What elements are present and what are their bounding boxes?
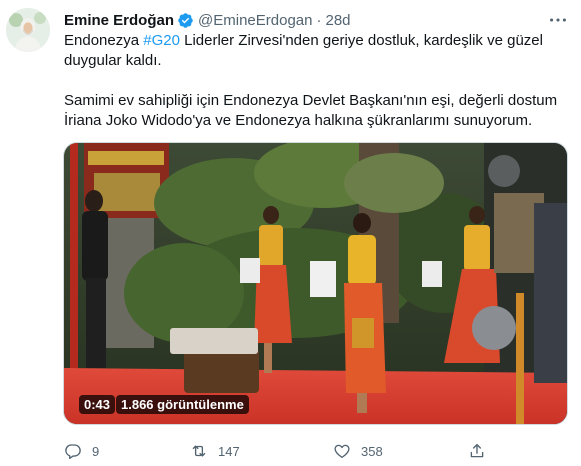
tweet-paragraph-1: Endonezya #G20 Liderler Zirvesi'nden ger… xyxy=(64,31,569,71)
like-icon xyxy=(334,444,350,459)
author-handle[interactable]: @EmineErdogan xyxy=(198,12,312,29)
share-icon xyxy=(470,443,484,458)
reply-button[interactable]: 9 xyxy=(64,440,99,462)
separator-dot: · xyxy=(316,11,322,29)
reply-icon xyxy=(65,444,81,460)
avatar[interactable] xyxy=(6,8,50,52)
retweet-button[interactable]: 147 xyxy=(190,440,240,462)
video-thumbnail xyxy=(64,143,567,424)
share-button[interactable] xyxy=(468,440,496,462)
more-options-icon[interactable] xyxy=(547,9,569,31)
like-button[interactable]: 358 xyxy=(333,440,383,462)
verified-badge-icon xyxy=(178,12,193,28)
retweet-count: 147 xyxy=(218,443,240,459)
video-views-badge: 1.866 görüntülenme xyxy=(116,395,249,414)
tweet-timestamp[interactable]: 28d xyxy=(326,12,351,29)
tweet-paragraph-2: Samimi ev sahipliği için Endonezya Devle… xyxy=(64,92,558,129)
author-name[interactable]: Emine Erdoğan xyxy=(64,12,174,29)
video-duration-badge: 0:43 xyxy=(79,395,116,414)
hashtag-link[interactable]: #G20 xyxy=(143,32,180,49)
tweet-text-part: Endonezya xyxy=(64,32,144,49)
retweet-icon xyxy=(192,445,206,457)
avatar-image xyxy=(6,8,50,52)
tweet-actions: 9 147 358 xyxy=(64,440,504,462)
tweet-text: Endonezya #G20 Liderler Zirvesi'nden ger… xyxy=(64,31,569,131)
video-player[interactable]: 0:43 1.866 görüntülenme xyxy=(63,142,568,425)
tweet-header: Emine Erdoğan @EmineErdogan · 28d xyxy=(64,9,569,31)
like-count: 358 xyxy=(361,443,383,459)
reply-count: 9 xyxy=(92,443,100,459)
